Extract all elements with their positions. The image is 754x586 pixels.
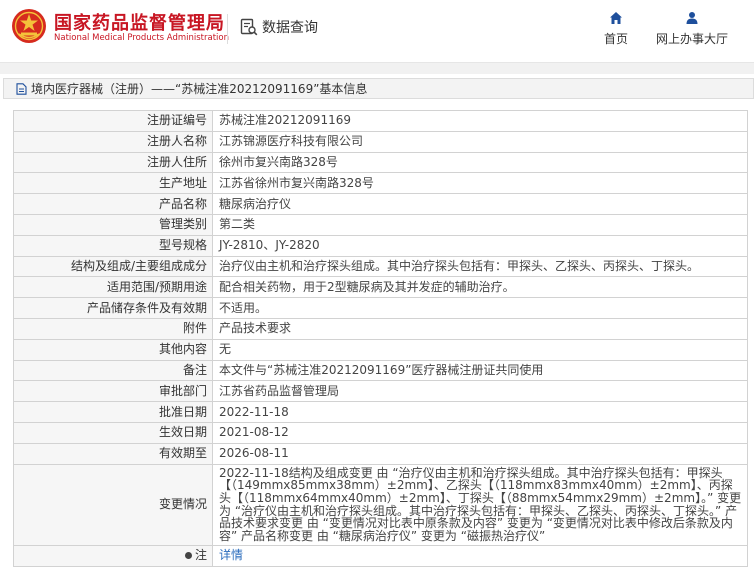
field-value: JY-2810、JY-2820 (212, 234, 748, 257)
registration-detail-table: 注册证编号 苏械注准20212091169 注册人名称 江苏锦源医疗科技有限公司 注… (13, 110, 748, 567)
header-divider (227, 14, 228, 44)
header-separator (0, 62, 754, 74)
note-value-cell: 详情 (212, 544, 748, 567)
field-label: 适用范围/预期用途 (13, 276, 213, 299)
field-label: 注册人名称 (13, 130, 213, 153)
field-value: 江苏省药品监督管理局 (212, 380, 748, 403)
field-label: 有效期至 (13, 442, 213, 465)
field-value: 治疗仪由主机和治疗探头组成。其中治疗探头包括有：甲探头、乙探头、丙探头、丁探头。 (212, 255, 748, 278)
document-icon (16, 82, 27, 95)
field-label: 产品名称 (13, 193, 213, 215)
field-label: 审批部门 (13, 380, 213, 403)
field-label: 注册证编号 (13, 110, 213, 132)
field-value: 2021-08-12 (212, 421, 748, 444)
details-link[interactable]: 详情 (219, 548, 243, 562)
table-row: 管理类别 第二类 (13, 213, 748, 236)
nmpa-emblem-icon (12, 9, 46, 43)
note-label-cell: 注 (13, 544, 213, 567)
change-history-row: 变更情况 2022-11-18结构及组成变更 由 “治疗仪由主机和治疗探头组成。… (13, 463, 748, 546)
user-icon (686, 12, 698, 24)
nav-home-label: 首页 (603, 32, 628, 46)
table-row: 型号规格 JY-2810、JY-2820 (13, 234, 748, 257)
nav-online-service-hall-label: 网上办事大厅 (655, 32, 728, 46)
table-row: 注册人名称 江苏锦源医疗科技有限公司 (13, 130, 748, 153)
breadcrumb: 境内医疗器械（注册）——“苏械注准20212091169”基本信息 (3, 78, 754, 99)
pin-icon (184, 552, 192, 560)
change-history-value: 2022-11-18结构及组成变更 由 “治疗仪由主机和治疗探头组成。其中治疗探… (212, 463, 748, 546)
field-label: 生产地址 (13, 172, 213, 195)
table-row: 附件 产品技术要求 (13, 317, 748, 340)
field-value: 第二类 (212, 213, 748, 236)
field-value: 江苏省徐州市复兴南路328号 (212, 172, 748, 195)
note-label: 注 (194, 548, 207, 563)
data-query-link[interactable]: 数据查询 (240, 17, 318, 37)
table-row: 产品名称 糖尿病治疗仪 (13, 193, 748, 215)
field-label: 备注 (13, 359, 213, 382)
note-row: 注 详情 (13, 544, 748, 567)
table-row: 适用范围/预期用途 配合相关药物，用于2型糖尿病及其并发症的辅助治疗。 (13, 276, 748, 299)
table-row: 结构及组成/主要组成成分 治疗仪由主机和治疗探头组成。其中治疗探头包括有：甲探头、… (13, 255, 748, 278)
table-row: 审批部门 江苏省药品监督管理局 (13, 380, 748, 403)
nav-online-service-hall[interactable]: 网上办事大厅 (652, 11, 732, 47)
field-value: 徐州市复兴南路328号 (212, 151, 748, 174)
table-row: 产品储存条件及有效期 不适用。 (13, 297, 748, 319)
change-history-label: 变更情况 (13, 463, 213, 546)
field-label: 批准日期 (13, 401, 213, 423)
org-name-english: National Medical Products Administration (54, 33, 229, 43)
field-label: 型号规格 (13, 234, 213, 257)
field-value: 配合相关药物，用于2型糖尿病及其并发症的辅助治疗。 (212, 276, 748, 299)
table-row: 注册人住所 徐州市复兴南路328号 (13, 151, 748, 174)
field-label: 管理类别 (13, 213, 213, 236)
nav-home[interactable]: 首页 (600, 11, 632, 47)
field-value: 糖尿病治疗仪 (212, 193, 748, 215)
field-value: 2026-08-11 (212, 442, 748, 465)
field-value: 江苏锦源医疗科技有限公司 (212, 130, 748, 153)
breadcrumb-title: 境内医疗器械（注册）——“苏械注准20212091169”基本信息 (31, 82, 368, 96)
table-row: 生产地址 江苏省徐州市复兴南路328号 (13, 172, 748, 195)
table-row: 备注 本文件与“苏械注准20212091169”医疗器械注册证共同使用 (13, 359, 748, 382)
table-row: 有效期至 2026-08-11 (13, 442, 748, 465)
field-value: 本文件与“苏械注准20212091169”医疗器械注册证共同使用 (212, 359, 748, 382)
org-name[interactable]: 国家药品监督管理局 (54, 9, 225, 35)
search-document-icon (240, 18, 258, 36)
field-label: 其他内容 (13, 338, 213, 361)
field-value: 2022-11-18 (212, 401, 748, 423)
table-row: 生效日期 2021-08-12 (13, 421, 748, 444)
home-icon (610, 12, 622, 24)
table-row: 批准日期 2022-11-18 (13, 401, 748, 423)
field-label: 附件 (13, 317, 213, 340)
field-label: 生效日期 (13, 421, 213, 444)
field-value: 苏械注准20212091169 (212, 110, 748, 132)
site-header: 国家药品监督管理局 National Medical Products Admi… (0, 0, 754, 60)
field-value: 无 (212, 338, 748, 361)
field-value: 不适用。 (212, 297, 748, 319)
field-label: 结构及组成/主要组成成分 (13, 255, 213, 278)
field-label: 注册人住所 (13, 151, 213, 174)
table-row: 注册证编号 苏械注准20212091169 (13, 110, 748, 132)
data-query-label: 数据查询 (262, 20, 318, 36)
field-label: 产品储存条件及有效期 (13, 297, 213, 319)
field-value: 产品技术要求 (212, 317, 748, 340)
table-row: 其他内容无 (13, 338, 748, 361)
